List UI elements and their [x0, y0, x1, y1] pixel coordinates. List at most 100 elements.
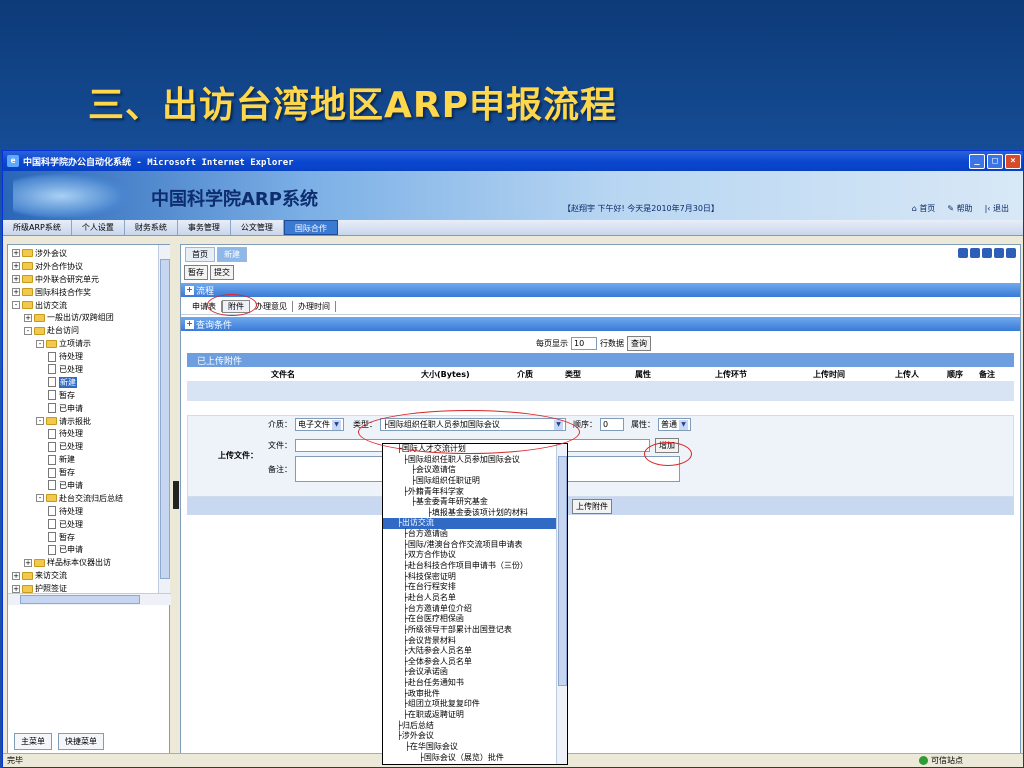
submit-button[interactable]: 提交: [210, 265, 234, 280]
tree-node[interactable]: + 涉外会议: [8, 247, 158, 260]
collapse-icon[interactable]: -: [36, 339, 44, 348]
dropdown-option[interactable]: ├台方邀请函: [383, 529, 557, 540]
expand-icon[interactable]: +: [12, 249, 20, 258]
tree-vertical-scrollbar[interactable]: [158, 245, 170, 593]
dropdown-option[interactable]: ├双方合作协议: [383, 550, 557, 561]
tree-node[interactable]: + 中外联合研究单元: [8, 273, 158, 286]
tree-node[interactable]: 已处理: [8, 363, 158, 376]
dropdown-option[interactable]: ├在台行程安排: [383, 582, 557, 593]
tab-nav-first-icon[interactable]: [970, 248, 980, 258]
dropdown-option[interactable]: ├外籍青年科学家: [383, 487, 557, 498]
tree-node[interactable]: + 国际科技合作奖: [8, 286, 158, 299]
expand-icon[interactable]: +: [12, 262, 20, 271]
tree-node[interactable]: 已申请: [8, 543, 158, 556]
dropdown-option[interactable]: ├所级领导干部累计出国登记表: [383, 625, 557, 636]
collapse-icon[interactable]: -: [36, 494, 44, 503]
tree-node[interactable]: + 对外合作协议: [8, 260, 158, 273]
dropdown-option[interactable]: ├国际会议（展览）批件: [383, 753, 557, 764]
tree-node[interactable]: 新建: [8, 453, 158, 466]
expand-icon[interactable]: +: [12, 584, 20, 593]
dropdown-option[interactable]: ├在职或返聘证明: [383, 710, 557, 721]
dropdown-option[interactable]: ├国际组织任职证明: [383, 476, 557, 487]
expand-icon[interactable]: +: [24, 558, 32, 567]
tab-nav-prev-icon[interactable]: [982, 248, 992, 258]
tab-new[interactable]: 新建: [217, 247, 247, 262]
main-menu-item[interactable]: 财务系统: [125, 220, 178, 235]
tree-node[interactable]: 新建: [8, 376, 158, 389]
main-menu-item[interactable]: 事务管理: [178, 220, 231, 235]
per-page-input[interactable]: 10: [571, 336, 597, 350]
dropdown-option[interactable]: ├会议承诺函: [383, 667, 557, 678]
expand-icon[interactable]: +: [12, 288, 20, 297]
collapse-icon[interactable]: -: [12, 301, 20, 309]
tree-node[interactable]: - 请示报批: [8, 415, 158, 428]
save-draft-button[interactable]: 暂存: [184, 265, 208, 280]
tree-node[interactable]: 待处理: [8, 350, 158, 363]
maximize-button[interactable]: □: [987, 153, 1003, 169]
attribute-select[interactable]: 普通 ▼: [658, 418, 691, 431]
tree-node[interactable]: + 样品标本仪器出访: [8, 556, 158, 569]
tree-node[interactable]: 待处理: [8, 505, 158, 518]
logout-link[interactable]: |‹ 退出: [985, 203, 1009, 214]
expand-icon[interactable]: +: [12, 275, 20, 284]
dropdown-option[interactable]: ├全体参会人员名单: [383, 657, 557, 668]
collapse-icon[interactable]: -: [36, 417, 44, 426]
home-link[interactable]: ⌂ 首页: [912, 203, 936, 214]
query-button[interactable]: 查询: [627, 335, 651, 351]
tab-nav-close-icon[interactable]: [958, 248, 968, 258]
main-menu-item[interactable]: 国际合作: [283, 220, 338, 235]
medium-select[interactable]: 电子文件 ▼: [295, 418, 344, 431]
dropdown-option[interactable]: ├出访交流: [383, 518, 557, 530]
tab-nav-next-icon[interactable]: [994, 248, 1004, 258]
tree-node[interactable]: 暂存: [8, 466, 158, 479]
collapse-icon[interactable]: -: [24, 326, 32, 335]
expand-icon[interactable]: +: [24, 313, 32, 322]
tree-node[interactable]: - 赴台访问: [8, 324, 158, 337]
main-menu-tab[interactable]: 主菜单: [14, 733, 52, 750]
tree-node[interactable]: - 出访交流: [8, 299, 158, 312]
dropdown-option[interactable]: ├国际/港澳台合作交流项目申请表: [383, 540, 557, 551]
tree-node[interactable]: - 立项请示: [8, 337, 158, 350]
flow-section-header[interactable]: + 流程: [181, 283, 1020, 297]
dropdown-option[interactable]: ├会议邀请信: [383, 465, 557, 476]
tree-node[interactable]: 已申请: [8, 479, 158, 492]
dropdown-option[interactable]: ├国际组织任职人员参加国际会议: [383, 455, 557, 466]
tab-nav-last-icon[interactable]: [1006, 248, 1016, 258]
tree-node[interactable]: + 来访交流: [8, 569, 158, 582]
main-menu-item[interactable]: 所级ARP系统: [3, 220, 72, 235]
dropdown-option[interactable]: ├大陆参会人员名单: [383, 646, 557, 657]
query-section-header[interactable]: + 查询条件: [181, 317, 1020, 331]
close-button[interactable]: ×: [1005, 153, 1021, 169]
dropdown-option[interactable]: ├赴台人员名单: [383, 593, 557, 604]
tree-node[interactable]: 已处理: [8, 518, 158, 531]
pane-splitter-handle[interactable]: [173, 481, 179, 509]
tab-home[interactable]: 首页: [185, 247, 215, 262]
order-input[interactable]: 0: [600, 418, 624, 431]
dropdown-option[interactable]: ├赴台任务通知书: [383, 678, 557, 689]
tree-node[interactable]: 暂存: [8, 531, 158, 544]
dropdown-option[interactable]: ├在台医疗相保函: [383, 614, 557, 625]
main-menu-item[interactable]: 公文管理: [231, 220, 284, 235]
dropdown-option[interactable]: ├组团立项批复复印件: [383, 699, 557, 710]
dropdown-option[interactable]: ├台方邀请单位介绍: [383, 604, 557, 615]
dropdown-option[interactable]: ├归后总结: [383, 721, 557, 732]
tree-node[interactable]: 已处理: [8, 440, 158, 453]
tree-node[interactable]: + 护照签证: [8, 582, 158, 593]
tree-node[interactable]: 待处理: [8, 427, 158, 440]
dropdown-option[interactable]: ├涉外会议: [383, 731, 557, 742]
dropdown-option[interactable]: ├在华国际会议: [383, 742, 557, 753]
dropdown-option[interactable]: ├赴台科技合作项目申请书（三份）: [383, 561, 557, 572]
tree-horizontal-scrollbar[interactable]: [8, 593, 171, 605]
upload-attachment-button[interactable]: 上传附件: [572, 499, 612, 514]
tree-node[interactable]: + 一般出访/双跨组团: [8, 311, 158, 324]
dropdown-option[interactable]: ├科技保密证明: [383, 572, 557, 583]
expand-icon[interactable]: +: [12, 571, 20, 580]
help-link[interactable]: ✎ 帮助: [947, 203, 972, 214]
main-menu-item[interactable]: 个人设置: [72, 220, 125, 235]
tree-node[interactable]: 暂存: [8, 389, 158, 402]
form-tab[interactable]: 办理时间: [293, 301, 336, 312]
dropdown-scrollbar[interactable]: [556, 444, 567, 764]
dropdown-option[interactable]: ├填报基金委该项计划的材料: [383, 508, 557, 519]
dropdown-option[interactable]: ├政审批件: [383, 689, 557, 700]
tree-node[interactable]: - 赴台交流归后总结: [8, 492, 158, 505]
